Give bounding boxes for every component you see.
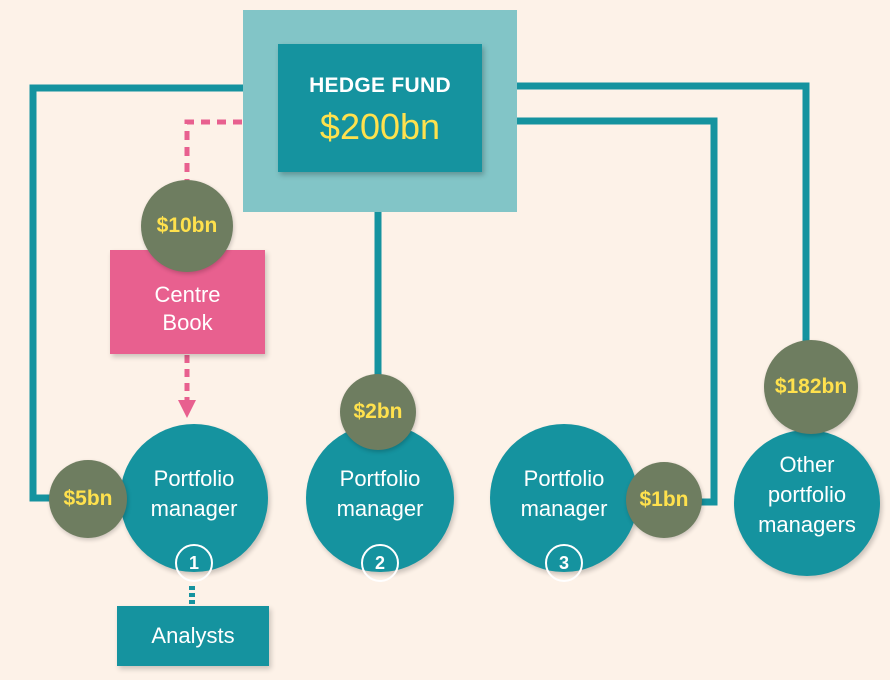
portfolio-manager-1-label: Portfolio manager: [150, 466, 238, 521]
portfolio-manager-2-label: Portfolio manager: [336, 466, 424, 521]
other-portfolio-managers: Other portfolio managers: [734, 430, 880, 576]
hedge-fund-title: HEDGE FUND: [309, 74, 451, 97]
hedge-fund-box: HEDGE FUND $200bn: [278, 44, 482, 172]
portfolio-manager-1-amount: $5bn: [49, 460, 127, 538]
hedge-fund-amount: $200bn: [319, 106, 441, 147]
hedge-fund-diagram: HEDGE FUND $200bn Centre Book $10bn Port…: [0, 0, 890, 680]
portfolio-manager-3: Portfolio manager 3: [490, 424, 638, 582]
portfolio-manager-1-number: 1: [175, 544, 213, 582]
other-portfolio-managers-amount: $182bn: [764, 340, 858, 434]
portfolio-manager-2-number: 2: [361, 544, 399, 582]
centre-book-amount: $10bn: [141, 180, 233, 272]
connector-others: [482, 82, 810, 345]
portfolio-manager-3-number: 3: [545, 544, 583, 582]
portfolio-manager-3-label: Portfolio manager: [520, 466, 608, 521]
portfolio-manager-1: Portfolio manager 1: [120, 424, 268, 582]
arrowhead-icon: [178, 400, 196, 418]
centre-book-label: Centre Book: [154, 282, 221, 335]
other-portfolio-managers-label: Other portfolio managers: [758, 452, 856, 537]
portfolio-manager-2-amount: $2bn: [340, 374, 416, 450]
analysts-box: Analysts: [117, 606, 269, 666]
portfolio-manager-3-amount: $1bn: [626, 462, 702, 538]
